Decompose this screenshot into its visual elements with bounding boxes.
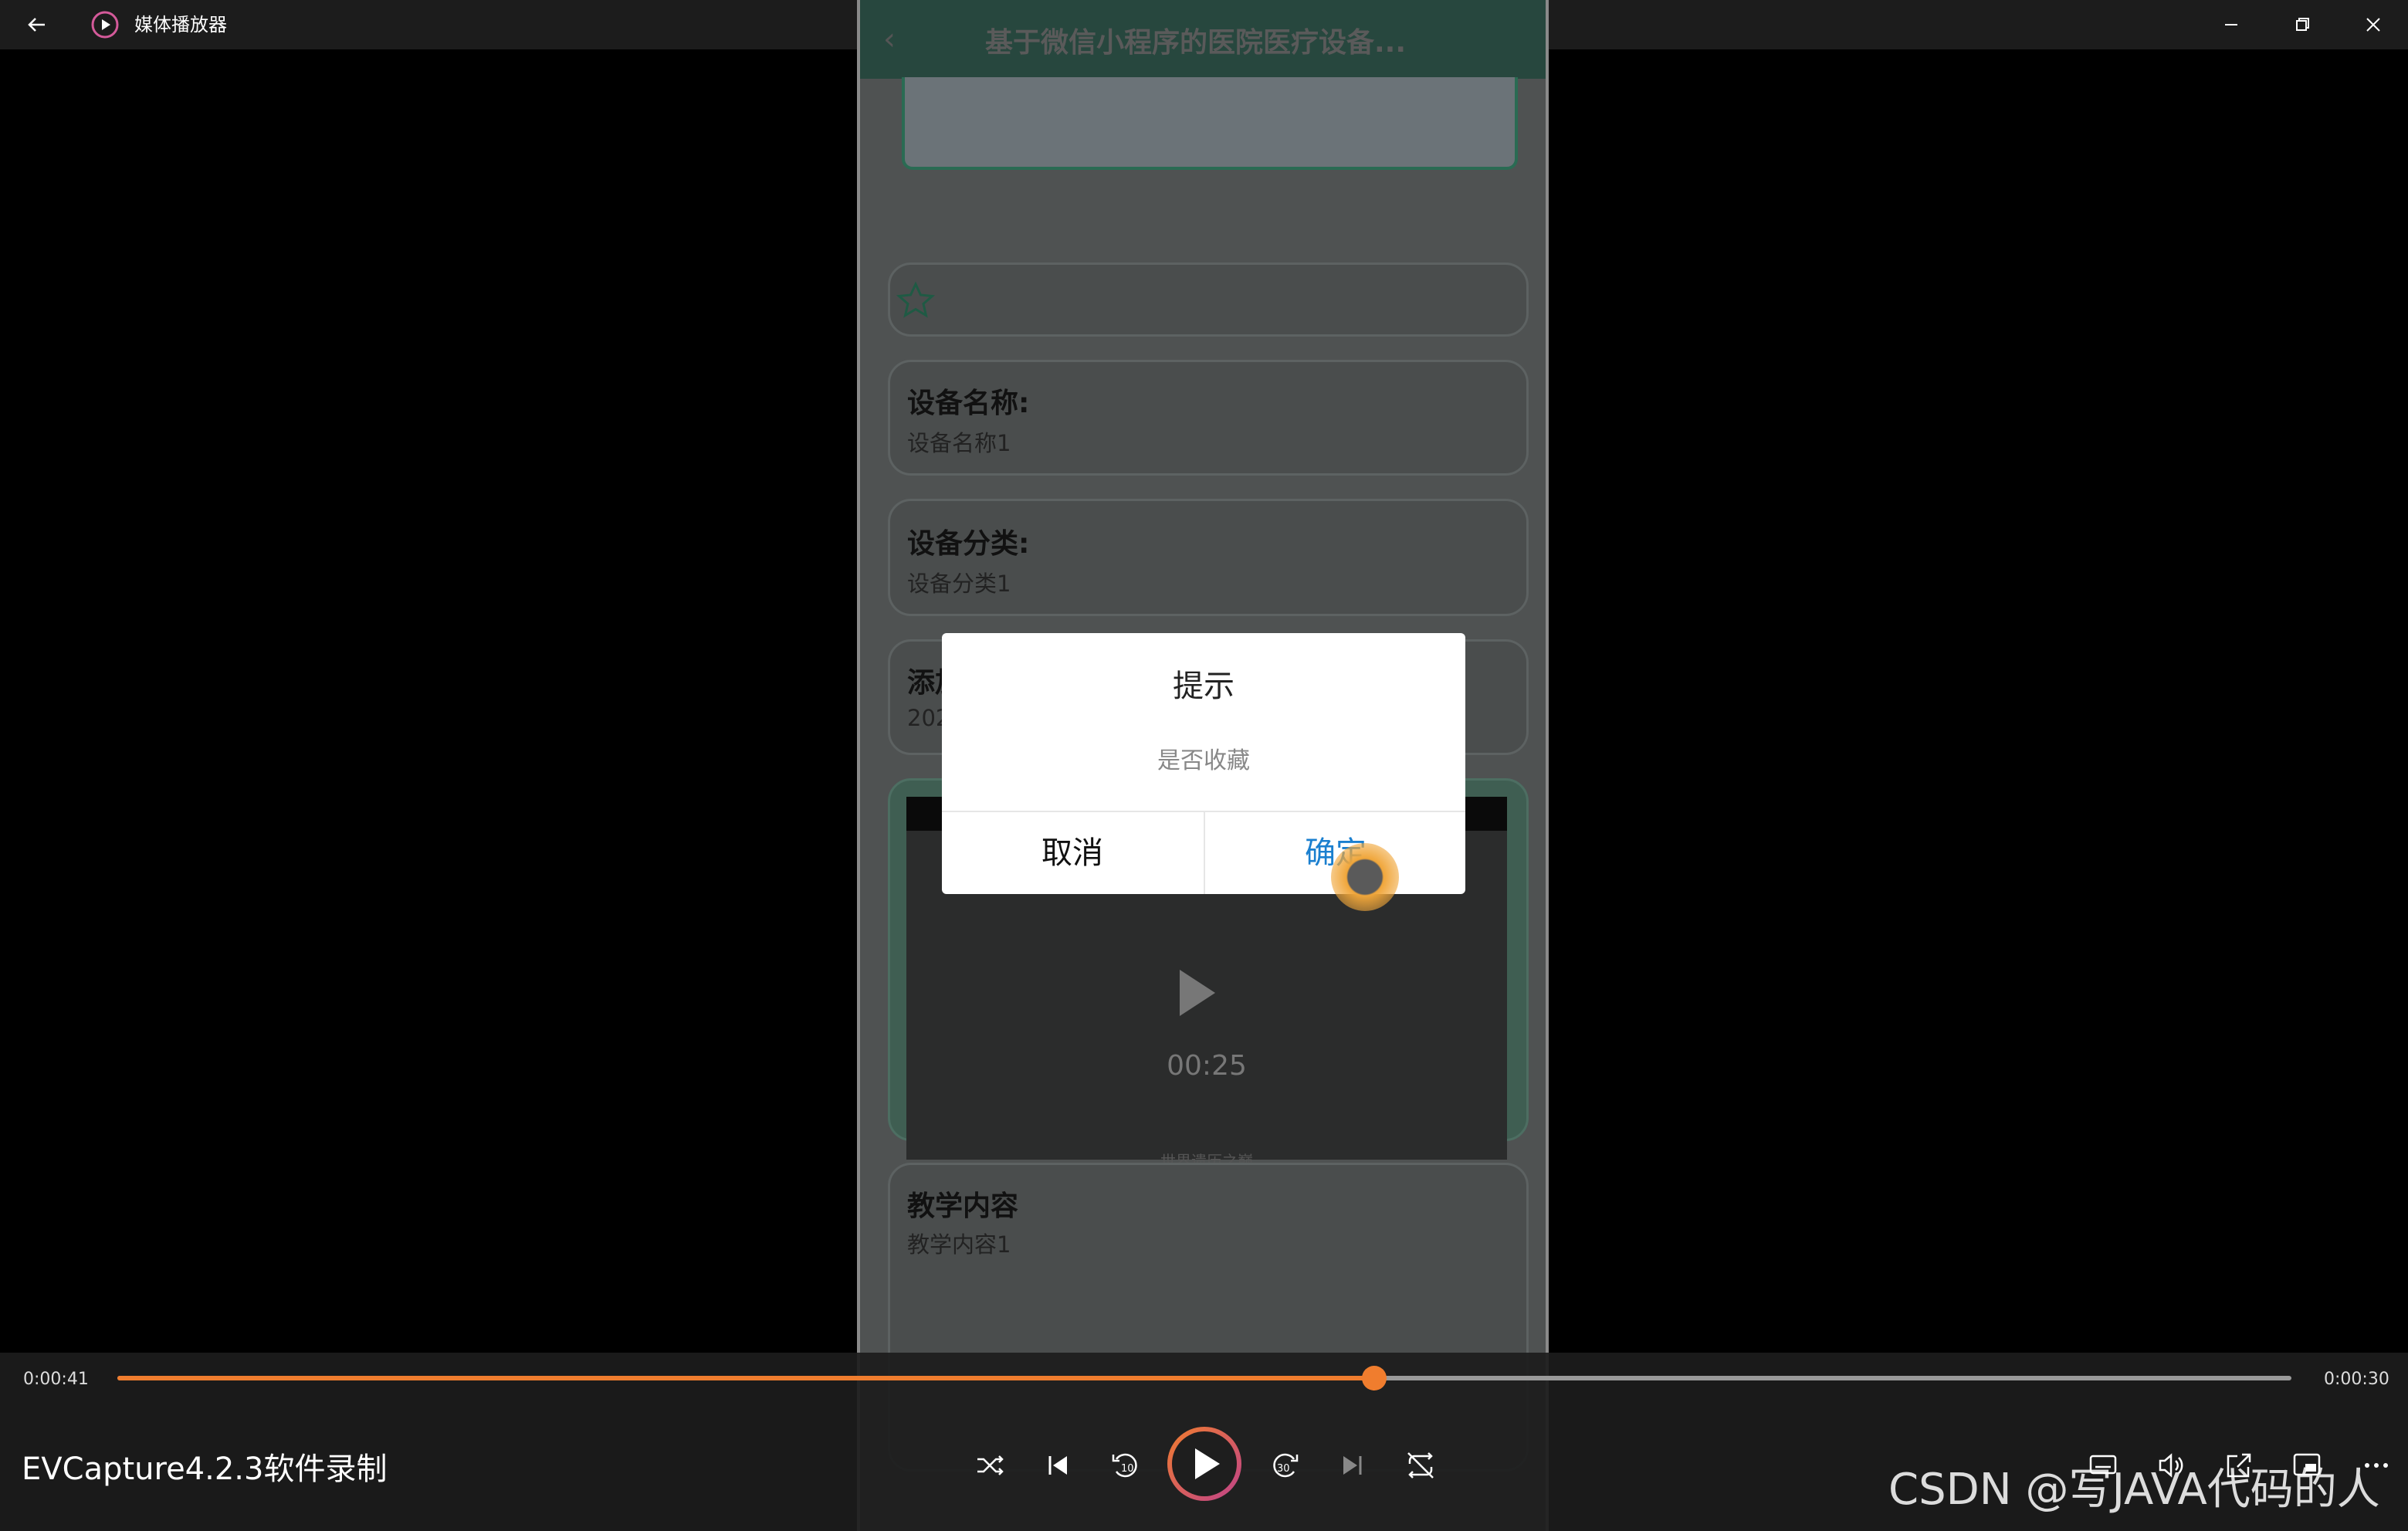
phone-header-title: 基于微信小程序的医院医疗设备... (985, 27, 1407, 59)
minimize-icon[interactable] (2216, 9, 2247, 40)
dialog-title: 提示 (1173, 669, 1234, 704)
shuffle-icon[interactable] (968, 1444, 1011, 1487)
svg-text:30: 30 (1277, 1463, 1290, 1475)
phone-back-icon: ‹ (883, 22, 896, 57)
csdn-watermark: CSDN @写JAVA代码的人 (1888, 1465, 2380, 1515)
elapsed-time: 0:00:41 (23, 1370, 89, 1389)
play-button-inner (1172, 1431, 1237, 1496)
video-play-icon (1180, 970, 1215, 1016)
favorite-card (888, 263, 1529, 337)
back-arrow-icon[interactable] (22, 9, 52, 40)
field-label: 设备名称: (907, 388, 1030, 419)
seek-bar-progress (117, 1376, 1374, 1380)
field-value: 设备名称1 (907, 430, 1011, 456)
repeat-off-icon[interactable] (1399, 1444, 1442, 1487)
device-image (902, 77, 1518, 170)
svg-text:10: 10 (1121, 1463, 1134, 1475)
field-value: 设备分类1 (907, 571, 1011, 597)
seek-bar-thumb[interactable] (1361, 1366, 1387, 1390)
previous-icon[interactable] (1036, 1444, 1079, 1487)
star-icon (896, 281, 936, 318)
field-label: 设备分类: (907, 528, 1030, 560)
player-controls: 0:00:41 0:00:30 EVCapture4.2.3软件录制 10 30… (0, 1353, 2408, 1531)
video-time: 00:25 (1167, 1050, 1247, 1082)
play-icon (1195, 1448, 1220, 1479)
close-icon[interactable] (2358, 9, 2389, 40)
phone-header: ‹ 基于微信小程序的医院医疗设备... (860, 0, 1546, 79)
forward-30-icon[interactable]: 30 (1263, 1444, 1306, 1487)
content-label: 教学内容 (907, 1191, 1019, 1222)
seek-bar[interactable] (117, 1366, 2291, 1390)
remaining-time: 0:00:30 (2324, 1370, 2389, 1389)
rewind-10-icon[interactable]: 10 (1104, 1444, 1147, 1487)
restore-icon[interactable] (2287, 9, 2318, 40)
media-player-icon (91, 11, 119, 39)
field-card-category: 设备分类: 设备分类1 (888, 499, 1529, 616)
dialog-message: 是否收藏 (1157, 747, 1250, 774)
next-icon[interactable] (1331, 1444, 1374, 1487)
recording-label: EVCapture4.2.3软件录制 (22, 1451, 388, 1487)
content-value: 教学内容1 (907, 1231, 1011, 1258)
field-card-name: 设备名称: 设备名称1 (888, 360, 1529, 476)
window-title: 媒体播放器 (134, 14, 227, 36)
click-indicator (1331, 843, 1399, 911)
cancel-button[interactable]: 取消 (942, 812, 1203, 894)
play-button[interactable] (1167, 1427, 1241, 1501)
